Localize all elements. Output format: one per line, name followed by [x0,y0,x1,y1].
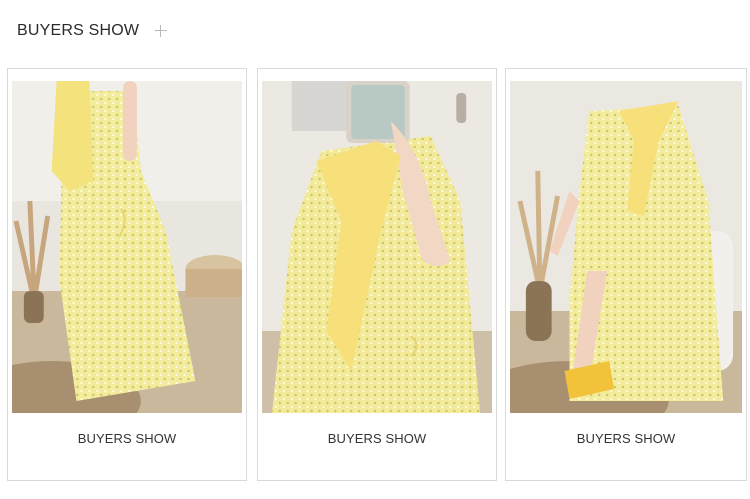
buyer-show-card[interactable]: BUYERS SHOW [257,68,497,481]
card-caption: BUYERS SHOW [77,431,177,446]
buyer-show-card[interactable]: BUYERS SHOW [7,68,247,481]
section-title: BUYERS SHOW [17,22,140,39]
card-caption: BUYERS SHOW [327,431,427,446]
buyer-photo[interactable] [510,81,742,413]
card-caption: BUYERS SHOW [576,431,676,446]
buyer-photo[interactable] [12,81,242,413]
buyer-photo[interactable] [262,81,492,413]
plus-icon[interactable] [155,25,168,37]
section-header: BUYERS SHOW [17,18,168,44]
buyer-show-card[interactable]: BUYERS SHOW [505,68,747,481]
